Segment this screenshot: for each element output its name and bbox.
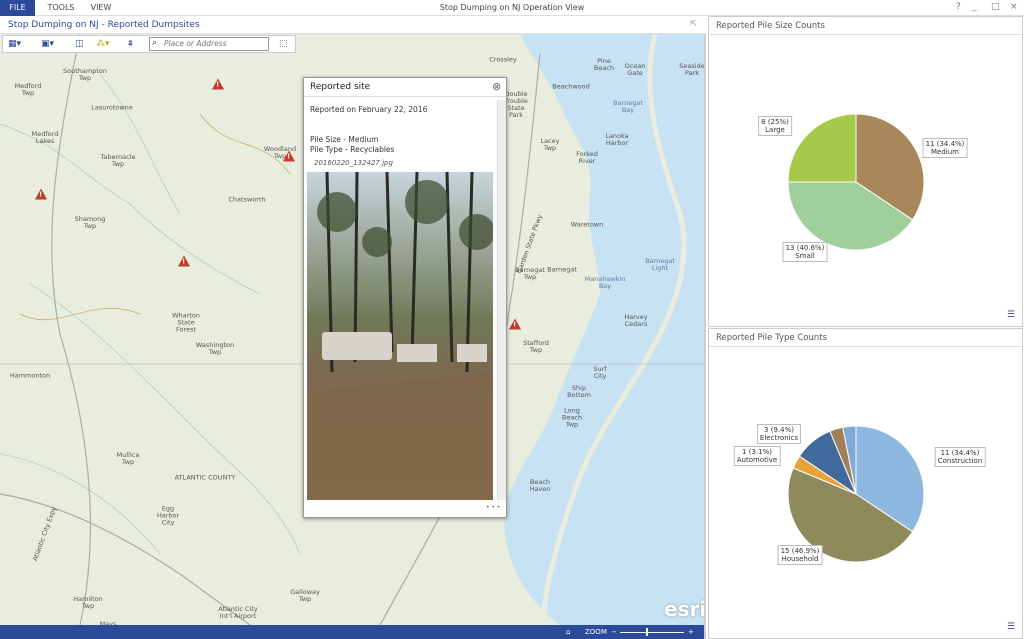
menu-file[interactable]: FILE [0,0,35,16]
home-icon[interactable]: ⌂ [566,625,570,639]
zoom-in-button[interactable]: + [688,625,694,639]
pile-size: Pile Size - Medium [310,135,379,144]
map-place-label: Beachwood [552,82,590,91]
more-options-icon[interactable]: • • • [486,504,500,511]
map-bottom-bar: ⌂ ZOOM − + [0,625,704,639]
map-place-label: Shamong Twp [74,215,106,230]
map-place-label: Lasurotowne [91,103,133,112]
map-place-label: Barnegat Bay [613,99,643,114]
close-button[interactable]: × [1010,2,1018,12]
photo-filename: 20160220_132427.jpg [314,159,393,167]
map-place-label: Double Trouble State Park [504,90,528,119]
map-place-label: Chatsworth [228,195,266,204]
map-title: Stop Dumping on NJ - Reported Dumpsites [0,16,706,34]
map-place-label: Hammonton [9,371,51,380]
map-place-label: Harvey Cedars [624,313,648,328]
map-place-label: Mullica Twp [116,451,140,466]
search-input[interactable]: Place or Address [149,37,269,51]
map-place-label: Lacey Twp [540,137,560,152]
map-toolbar: ▦▾ ▣▾ ◫ ⁂▾ ⩩ Place or Address ⌕ ⬚ [2,35,296,53]
bookmarks-icon[interactable]: ⁂▾ [96,39,110,49]
map-place-label: Egg Harbor City [156,504,180,527]
identify-icon[interactable]: ⬚ [279,39,288,49]
zoom-slider[interactable] [620,632,684,633]
map-place-label: Medford Twp [14,82,42,97]
maximize-button[interactable]: □ [991,2,1000,12]
pie-data-label: 11 (34.4%) Construction [934,447,986,467]
zoom-label: ZOOM [585,628,607,636]
map-place-label: Southampton Twp [63,67,107,82]
map-place-label: Barnegat Light [645,257,675,272]
map-place-label: Lanoka Harbor [605,132,629,147]
pie-data-label: 11 (34.4%) Medium [922,138,968,158]
pie-data-label: 8 (25%) Large [758,116,792,136]
minimize-button[interactable]: _ [972,2,977,12]
dumpsite-warning-icon[interactable] [178,255,190,267]
dumpsite-warning-icon[interactable] [212,78,224,90]
map-place-label: Galloway Twp [290,588,320,603]
pile-size-chart [787,113,925,251]
map-place-label: ATLANTIC COUNTY [174,473,236,482]
pie-slice-large[interactable] [787,113,857,183]
map-place-label: Wharton State Forest [172,311,200,334]
help-button[interactable]: ? [956,2,961,12]
reported-site-popup: Reported site ⊗ Reported on February 22,… [303,77,507,518]
dumpsite-warning-icon[interactable] [509,318,521,330]
list-icon[interactable]: ☰ [1007,310,1015,320]
close-popup-icon[interactable]: ⊗ [492,80,501,93]
map-place-label: Seaside Park [679,62,704,77]
pie-data-label: 1 (3.1%) Automotive [733,446,781,466]
reported-date: Reported on February 22, 2016 [310,105,428,114]
search-icon: ⌕ [152,38,158,48]
list-icon[interactable]: ☰ [1007,622,1015,632]
pie-data-label: 3 (9.4%) Electronics [756,424,802,444]
pie-data-label: 13 (40.6%) Small [782,242,828,262]
selected-dumpsite-icon[interactable] [283,150,295,162]
layers-icon[interactable]: ▣▾ [41,39,54,49]
map-place-label: Ocean Gate [624,62,646,77]
menu-bar: Stop Dumping on NJ Operation View FILE T… [0,0,1024,16]
app-title: Stop Dumping on NJ Operation View [439,3,585,12]
pile-type-panel: Reported Pile Type Counts ☰ [708,328,1023,639]
dumpsite-photo[interactable] [307,172,493,500]
pile-type: Pile Type - Recyclables [310,145,395,154]
legend-icon[interactable]: ◫ [75,39,84,49]
map-place-label: Tabernacle Twp [100,153,136,168]
map-place-label: Forked River [576,150,598,165]
popup-title: Reported site [310,82,371,92]
zoom-slider-handle[interactable] [646,628,648,636]
map-place-label: Crossley [489,55,517,64]
map-place-label: Long Beach Twp [561,406,583,429]
map-place-label: Waretown [570,220,604,229]
map-place-label: Barnegat [547,265,577,274]
map-place-label: Surf City [593,365,607,380]
menu-view[interactable]: VIEW [88,0,114,16]
menu-tools[interactable]: TOOLS [46,0,76,16]
basemap-icon[interactable]: ▦▾ [8,39,21,49]
map-place-label: Stafford Twp [523,339,549,354]
map-place-label: Pine Beach [593,57,615,72]
esri-logo: esri [664,597,704,621]
map-place-label: Atlantic City Int'l Airport [218,605,258,620]
pie-data-label: 15 (46.9%) Household [777,545,823,565]
map-place-label: Washington Twp [195,341,235,356]
popup-scrollbar[interactable] [497,100,506,500]
pile-type-chart [787,425,925,563]
map-place-label: Ship Bottom [567,384,591,399]
zoom-out-button[interactable]: − [611,625,617,639]
measure-icon[interactable]: ⩩ [128,39,133,49]
map-place-label: Hamilton Twp [73,595,103,610]
map-place-label: Medford Lakes [31,130,59,145]
map-place-label: Beach Haven [529,478,551,493]
map-place-label: Manahawkin Bay [584,275,626,290]
expand-icon[interactable]: ⇱ [690,19,697,28]
pile-size-panel: Reported Pile Size Counts ☰ [708,16,1023,327]
dumpsite-warning-icon[interactable] [35,188,47,200]
